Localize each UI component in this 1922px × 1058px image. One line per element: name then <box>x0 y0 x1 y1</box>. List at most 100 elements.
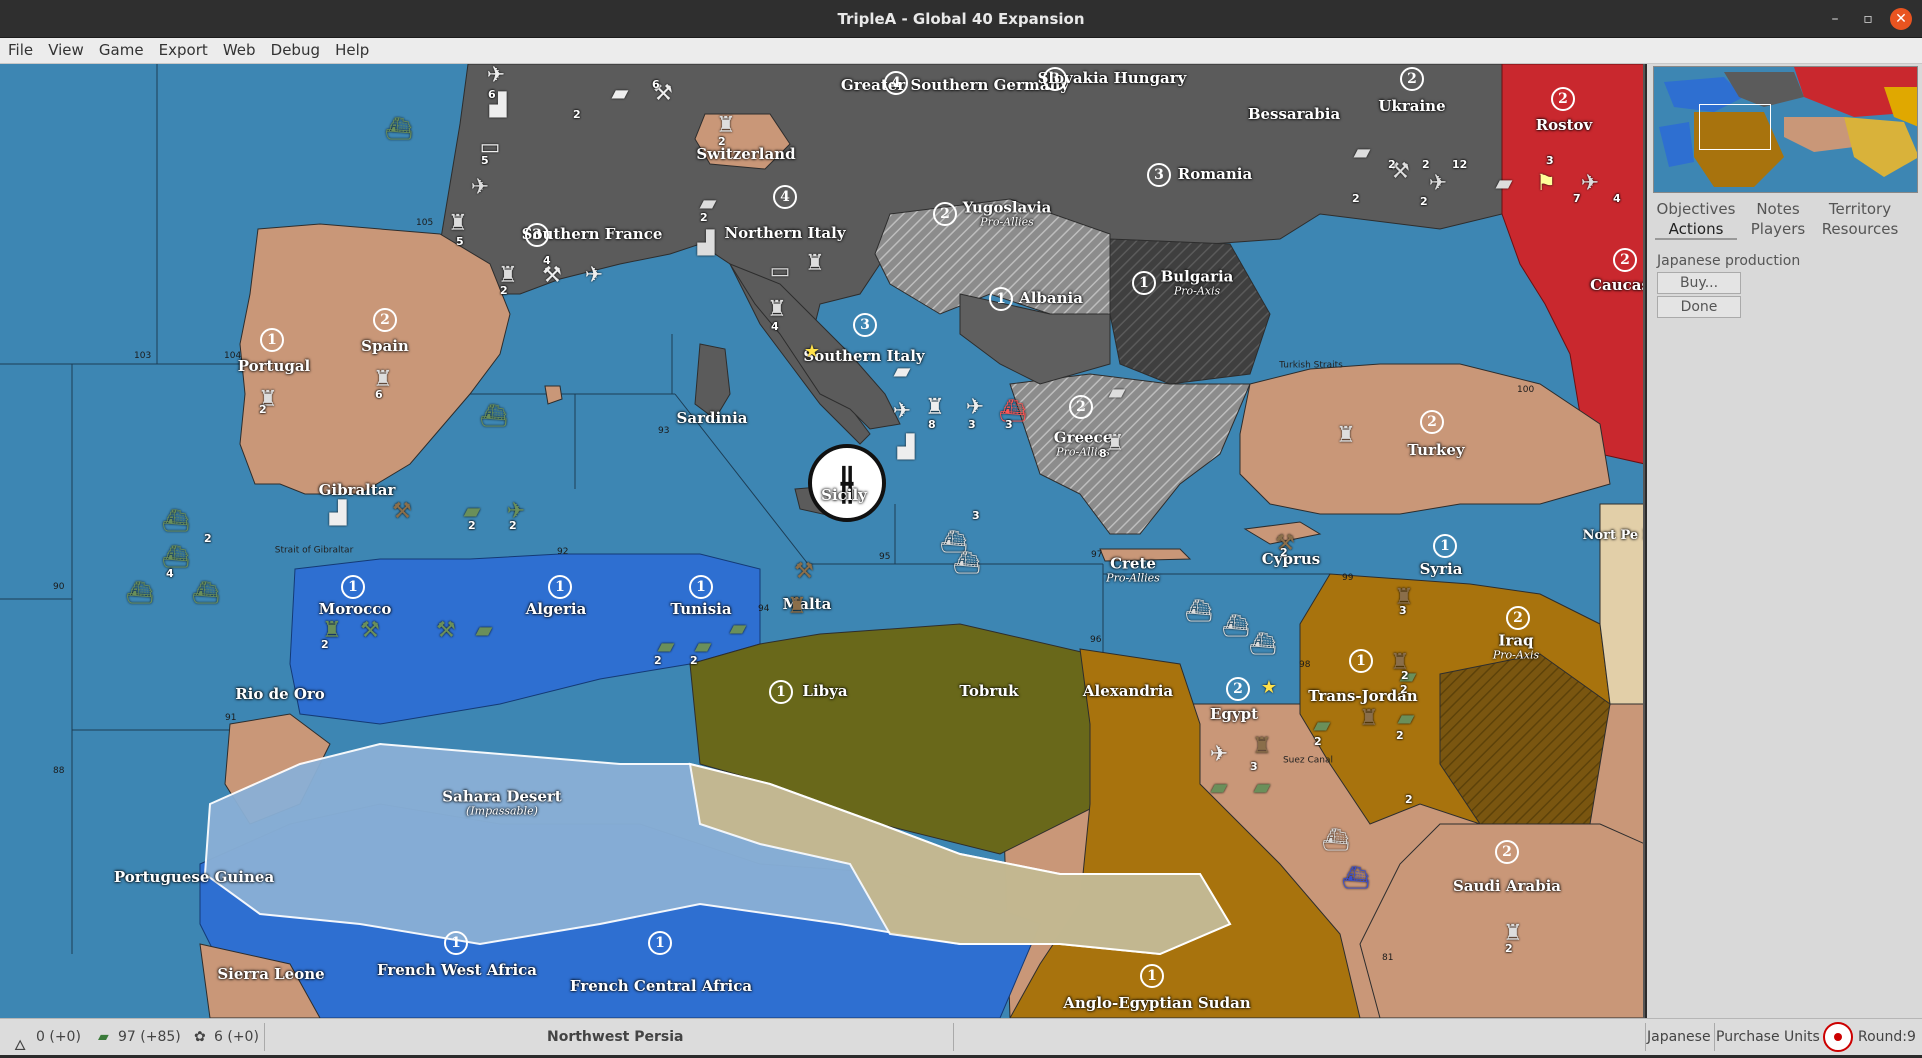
minimap-viewport[interactable] <box>1699 104 1771 150</box>
territory-label[interactable]: French Central Africa <box>570 978 752 995</box>
destroyer-icon[interactable]: ⛴ <box>1249 634 1277 656</box>
tank-icon[interactable]: ▰ <box>1254 777 1271 799</box>
territory-label[interactable]: Sardinia <box>677 410 748 427</box>
territory-label[interactable]: Algeria <box>526 601 587 618</box>
factory-icon[interactable]: ▟ <box>898 437 915 459</box>
territory-label[interactable]: Ukraine <box>1378 98 1445 115</box>
fighter-icon[interactable]: ✈ <box>1581 173 1599 195</box>
territory-label[interactable]: Gibraltar <box>319 482 396 499</box>
tank-icon[interactable]: ▰ <box>730 618 747 640</box>
territory-label[interactable]: French West Africa <box>377 962 537 979</box>
aa-gun-icon[interactable]: ⚑ <box>1536 173 1556 195</box>
territory-label[interactable]: Albania <box>1019 290 1083 307</box>
artillery-icon[interactable]: ⚒ <box>542 265 562 287</box>
tank-icon[interactable]: ▰ <box>1398 708 1415 730</box>
infantry-icon[interactable]: ♜ <box>448 213 468 235</box>
transport-icon[interactable]: ⛴ <box>1185 601 1213 623</box>
minimap[interactable] <box>1653 66 1918 193</box>
battleship-icon[interactable]: ⛴ <box>162 547 190 569</box>
territory-label[interactable]: Portuguese Guinea <box>114 869 274 886</box>
tank-icon[interactable]: ▰ <box>1109 382 1126 404</box>
territory-label[interactable]: Sierra Leone <box>217 966 324 983</box>
artillery-icon[interactable]: ⚒ <box>794 561 814 583</box>
menu-export[interactable]: Export <box>159 38 208 59</box>
territory-label[interactable]: Tunisia <box>670 601 731 618</box>
territory-label[interactable]: Bulgaria Pro-Axis <box>1161 268 1234 296</box>
infantry-icon[interactable]: ♜ <box>805 253 825 275</box>
transport-icon[interactable]: ⛴ <box>1322 830 1350 852</box>
menu-view[interactable]: View <box>48 38 84 59</box>
infantry-icon[interactable]: ♜ <box>1336 425 1356 447</box>
fighter-icon[interactable]: ✈ <box>471 177 489 199</box>
artillery-icon[interactable]: ⚒ <box>360 620 380 642</box>
fighter-icon[interactable]: ✈ <box>1429 173 1447 195</box>
territory-label[interactable]: Sahara Desert (Impassable) <box>442 788 561 816</box>
territory-label[interactable]: Bessarabia <box>1248 106 1340 123</box>
territory-label[interactable]: Rio de Oro <box>235 686 325 703</box>
menu-game[interactable]: Game <box>99 38 144 59</box>
artillery-icon[interactable]: ⚒ <box>436 620 456 642</box>
infantry-icon[interactable]: ♜ <box>925 397 945 419</box>
territory-label[interactable]: Iraq Pro-Axis <box>1493 632 1539 660</box>
tank-icon[interactable]: ▰ <box>894 361 911 383</box>
tab-territory[interactable]: Territory <box>1819 200 1901 218</box>
bunker-icon[interactable]: ▭ <box>770 261 791 283</box>
infantry-icon[interactable]: ♜ <box>1105 433 1125 455</box>
carrier-icon[interactable]: ⛴ <box>192 583 220 605</box>
infantry-icon[interactable]: ♜ <box>1252 736 1272 758</box>
destroyer-icon[interactable]: ⛴ <box>480 406 508 428</box>
cruiser-icon[interactable]: ⛴ <box>126 583 154 605</box>
territory-label[interactable]: Rostov <box>1536 117 1593 134</box>
tab-notes[interactable]: Notes <box>1737 200 1819 218</box>
tank-icon[interactable]: ▰ <box>476 620 493 642</box>
submarine-icon[interactable]: ⛴ <box>385 119 413 141</box>
infantry-icon[interactable]: ♜ <box>787 596 807 618</box>
transport-icon[interactable]: ⛴ <box>999 401 1027 423</box>
fighter-icon[interactable]: ✈ <box>966 397 984 419</box>
territory-label[interactable]: Switzerland <box>696 146 795 163</box>
tab-actions[interactable]: Actions <box>1655 220 1737 240</box>
territory-label[interactable]: Egypt <box>1210 706 1258 723</box>
territory-label[interactable]: Spain <box>361 338 409 355</box>
factory-icon[interactable]: ▟ <box>330 503 347 525</box>
battleship-icon[interactable]: ⛴ <box>1222 616 1250 638</box>
menu-debug[interactable]: Debug <box>271 38 320 59</box>
tab-objectives[interactable]: Objectives <box>1655 200 1737 218</box>
menu-web[interactable]: Web <box>223 38 256 59</box>
territory-label[interactable]: Saudi Arabia <box>1453 878 1561 895</box>
territory-label[interactable]: Anglo-Egyptian Sudan <box>1063 995 1250 1012</box>
close-icon[interactable]: ✕ <box>1890 8 1912 30</box>
transport-icon[interactable]: ⛴ <box>953 553 981 575</box>
maximize-icon[interactable]: ▫ <box>1857 8 1879 30</box>
territory-label[interactable]: Libya <box>802 683 847 700</box>
buy-button[interactable]: Buy... <box>1657 272 1741 294</box>
tank-icon[interactable]: ▰ <box>1314 715 1331 737</box>
menu-file[interactable]: File <box>8 38 33 59</box>
artillery-icon[interactable]: ⚒ <box>392 501 412 523</box>
tank-icon[interactable]: ▰ <box>1496 173 1513 195</box>
menu-help[interactable]: Help <box>335 38 369 59</box>
fighter-icon[interactable]: ✈ <box>1210 744 1228 766</box>
territory-label[interactable]: Morocco <box>319 601 392 618</box>
tank-icon[interactable]: ▰ <box>1354 142 1371 164</box>
submarine-icon[interactable]: ⛴ <box>1342 868 1370 890</box>
territory-label[interactable]: Syria <box>1420 561 1463 578</box>
tab-resources[interactable]: Resources <box>1819 220 1901 238</box>
territory-label[interactable]: Crete Pro-Allies <box>1106 555 1160 583</box>
territory-label[interactable]: Tobruk <box>959 683 1018 700</box>
fighter-icon[interactable]: ✈ <box>893 401 911 423</box>
territory-label[interactable]: Alexandria <box>1083 683 1173 700</box>
minimize-icon[interactable]: – <box>1824 8 1846 30</box>
territory-label[interactable]: Caucas <box>1590 277 1643 294</box>
game-map[interactable]: 105 103 104 93 92 90 91 88 94 95 96 97 9… <box>0 64 1645 1018</box>
tank-icon[interactable]: ▰ <box>612 83 629 105</box>
destroyer-icon[interactable]: ⛴ <box>162 511 190 533</box>
territory-label[interactable]: Portugal <box>238 358 311 375</box>
infantry-icon[interactable]: ♜ <box>767 299 787 321</box>
tab-players[interactable]: Players <box>1737 220 1819 238</box>
territory-label[interactable]: Northern Italy <box>724 225 845 242</box>
territory-label[interactable]: Nort Pe Pro- <box>1583 529 1643 543</box>
territory-label[interactable]: Sicily <box>821 487 867 504</box>
factory-icon[interactable]: ▟ <box>698 233 715 255</box>
territory-label[interactable]: Greater Southern Germany <box>841 77 1069 94</box>
